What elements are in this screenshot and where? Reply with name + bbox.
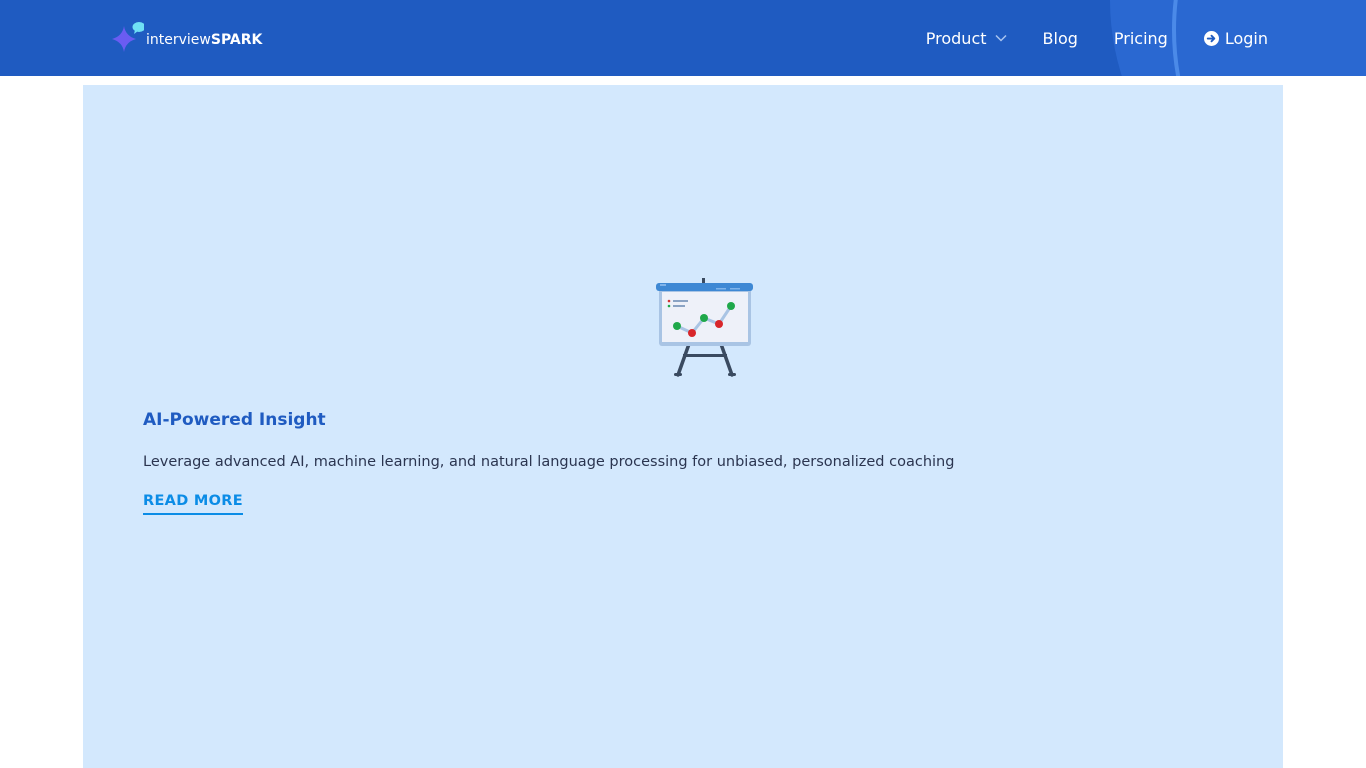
nav-login-label: Login [1224, 28, 1268, 48]
nav-pricing-label: Pricing [1113, 28, 1168, 48]
presentation-chart-icon [656, 278, 753, 377]
feature-title: AI-Powered Insight [143, 410, 326, 430]
nav-login-link[interactable]: Login [1203, 28, 1268, 48]
brand-name-regular: interview [146, 32, 211, 48]
nav-blog-link[interactable]: Blog [1043, 29, 1078, 48]
brand-name-bold: SPARK [210, 32, 263, 48]
brand-logo[interactable]: interviewSPARK [110, 20, 262, 56]
feature-description: Leverage advanced AI, machine learning, … [143, 454, 955, 470]
sparkle-chat-icon [112, 22, 144, 52]
arrow-circle-right-icon [1203, 30, 1219, 46]
nav-product-dropdown[interactable]: Product [926, 29, 1007, 48]
nav-links: Product Blog Pricing Login [926, 0, 1268, 76]
nav-pricing-link[interactable]: Pricing [1114, 29, 1168, 48]
top-navbar: interviewSPARK Product Blog Pricing Logi… [0, 0, 1366, 76]
chevron-down-icon [994, 34, 1007, 42]
read-more-link[interactable]: READ MORE [143, 493, 243, 515]
nav-product-label: Product [925, 28, 987, 48]
nav-blog-label: Blog [1042, 28, 1078, 48]
feature-card: AI-Powered Insight Leverage advanced AI,… [83, 85, 1283, 768]
brand-name: interviewSPARK [146, 28, 262, 48]
